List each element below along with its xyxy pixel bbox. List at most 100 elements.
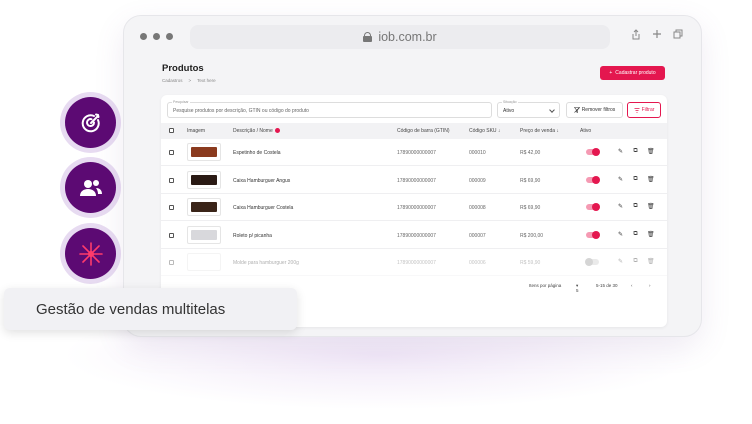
status-select[interactable]: Situação Ativo xyxy=(497,100,560,118)
window-dot-maximize[interactable] xyxy=(166,33,173,40)
product-price: R$ 42,00 xyxy=(520,150,541,156)
table-row[interactable]: Roleto p/ picanha 17890000000007 000007 R$ … xyxy=(161,222,667,249)
active-toggle[interactable] xyxy=(586,175,600,184)
breadcrumb: Cadastros > Text here xyxy=(162,78,216,83)
clear-filters-button[interactable]: Remover filtros xyxy=(566,102,623,118)
product-thumbnail xyxy=(187,225,221,244)
active-toggle[interactable] xyxy=(586,230,600,239)
product-sku: 000009 xyxy=(469,177,486,184)
delete-icon[interactable]: 🗑 xyxy=(647,231,655,238)
product-thumbnail xyxy=(187,253,221,271)
address-bar[interactable]: iob.com.br xyxy=(190,25,610,49)
active-toggle[interactable] xyxy=(586,148,600,156)
next-page-icon[interactable]: › xyxy=(649,283,651,288)
select-all-checkbox[interactable] xyxy=(169,128,174,133)
header-sku[interactable]: Código SKU ↓ xyxy=(469,128,500,134)
product-name: Caixa Hamburguer Costela xyxy=(233,205,294,211)
table-row[interactable]: Espetinho de Costela 17890000000007 000010… xyxy=(161,139,667,166)
product-thumbnail xyxy=(187,170,221,189)
search-input[interactable]: Pesquisar Pesquise produtos por descriçã… xyxy=(167,100,492,118)
active-toggle[interactable] xyxy=(586,203,600,211)
window-dot-close[interactable] xyxy=(140,33,147,40)
header-description[interactable]: Descrição / Nome xyxy=(233,128,280,134)
row-checkbox[interactable] xyxy=(169,260,174,265)
active-toggle[interactable] xyxy=(585,258,599,266)
feature-sparkle-icon xyxy=(65,228,116,279)
toggle-knob xyxy=(592,175,600,184)
delete-icon[interactable]: 🗑 xyxy=(647,148,655,155)
table-row[interactable]: Molde para hamburguer 200g 17890000000007… xyxy=(161,249,667,276)
url-text: iob.com.br xyxy=(378,30,437,44)
product-price: R$ 200,00 xyxy=(520,232,544,239)
product-name: Espetinho de Costela xyxy=(233,150,281,156)
tabs-icon[interactable] xyxy=(672,29,684,41)
row-checkbox[interactable] xyxy=(169,232,174,238)
duplicate-icon[interactable]: ⧉ xyxy=(632,148,639,155)
product-image xyxy=(191,229,217,240)
prev-page-icon[interactable]: ‹ xyxy=(631,283,633,288)
page-range: 5-15 de 30 xyxy=(596,283,618,288)
edit-icon[interactable]: ✎ xyxy=(617,148,624,155)
sparkle-icon xyxy=(78,241,103,266)
row-checkbox[interactable] xyxy=(169,150,174,155)
edit-icon[interactable]: ✎ xyxy=(617,176,624,183)
product-price: R$ 59,90 xyxy=(520,260,541,266)
status-value: Ativo xyxy=(503,108,515,114)
delete-icon[interactable]: 🗑 xyxy=(647,203,655,210)
product-thumbnail xyxy=(187,143,221,161)
breadcrumb-item: Text here xyxy=(197,78,216,83)
edit-icon[interactable]: ✎ xyxy=(617,231,624,238)
chevron-down-icon xyxy=(549,107,555,113)
product-barcode: 17890000000007 xyxy=(397,205,436,211)
filter-icon xyxy=(634,107,640,113)
filter-button[interactable]: Filtrar xyxy=(627,102,661,118)
info-badge-icon xyxy=(274,128,280,134)
page-title: Produtos xyxy=(162,63,204,74)
table-row[interactable]: Caixa Hamburguer Costela 17890000000007 00… xyxy=(161,194,667,221)
table-header: Imagem Descrição / Nome Código de barra … xyxy=(161,123,667,139)
row-checkbox[interactable] xyxy=(169,177,174,183)
product-sku: 000006 xyxy=(469,260,486,266)
feature-users-icon xyxy=(65,162,116,213)
row-checkbox[interactable] xyxy=(169,205,174,210)
product-sku: 000007 xyxy=(469,232,486,239)
table-row[interactable]: Caixa Hamburguer Angus 17890000000007 0000… xyxy=(161,167,667,194)
duplicate-icon[interactable]: ⧉ xyxy=(632,176,639,183)
product-barcode: 17890000000007 xyxy=(397,150,436,156)
breadcrumb-item[interactable]: Cadastros xyxy=(162,78,183,83)
product-price: R$ 69,90 xyxy=(520,205,541,211)
plus-icon: + xyxy=(609,70,613,76)
delete-icon[interactable]: 🗑 xyxy=(647,258,655,265)
product-barcode: 17890000000007 xyxy=(397,260,436,266)
header-price[interactable]: Preço de venda ↓ xyxy=(520,128,559,134)
users-icon xyxy=(79,179,102,196)
product-sku: 000008 xyxy=(469,205,486,211)
product-image xyxy=(191,174,217,185)
search-placeholder: Pesquise produtos por descrição, GTIN ou… xyxy=(173,108,309,114)
duplicate-icon[interactable]: ⧉ xyxy=(632,231,639,238)
product-name: Molde para hamburguer 200g xyxy=(233,260,299,266)
delete-icon[interactable]: 🗑 xyxy=(647,176,655,183)
sort-icon: ↓ xyxy=(497,128,501,134)
product-image xyxy=(191,202,217,212)
window-dot-minimize[interactable] xyxy=(153,33,160,40)
breadcrumb-separator: > xyxy=(188,78,192,83)
duplicate-icon[interactable]: ⧉ xyxy=(632,203,639,210)
product-name: Roleto p/ picanha xyxy=(233,232,272,239)
product-thumbnail xyxy=(187,198,221,216)
status-label: Situação xyxy=(502,100,518,104)
header-image: Imagem xyxy=(187,128,206,134)
edit-icon[interactable]: ✎ xyxy=(617,203,624,210)
browser-chrome: iob.com.br xyxy=(124,16,701,56)
edit-icon[interactable]: ✎ xyxy=(617,258,624,265)
product-barcode: 17890000000007 xyxy=(397,177,436,184)
header-active: Ativo xyxy=(580,128,592,134)
duplicate-icon[interactable]: ⧉ xyxy=(632,258,639,265)
items-per-page-select[interactable]: 5 ▾ xyxy=(576,283,579,293)
new-tab-icon[interactable] xyxy=(651,29,663,41)
create-product-button[interactable]: + Cadastrar produto xyxy=(600,66,665,80)
toggle-knob xyxy=(592,148,600,156)
toggle-knob xyxy=(585,258,593,266)
search-label: Pesquisar xyxy=(172,100,190,104)
share-icon[interactable] xyxy=(630,29,642,41)
